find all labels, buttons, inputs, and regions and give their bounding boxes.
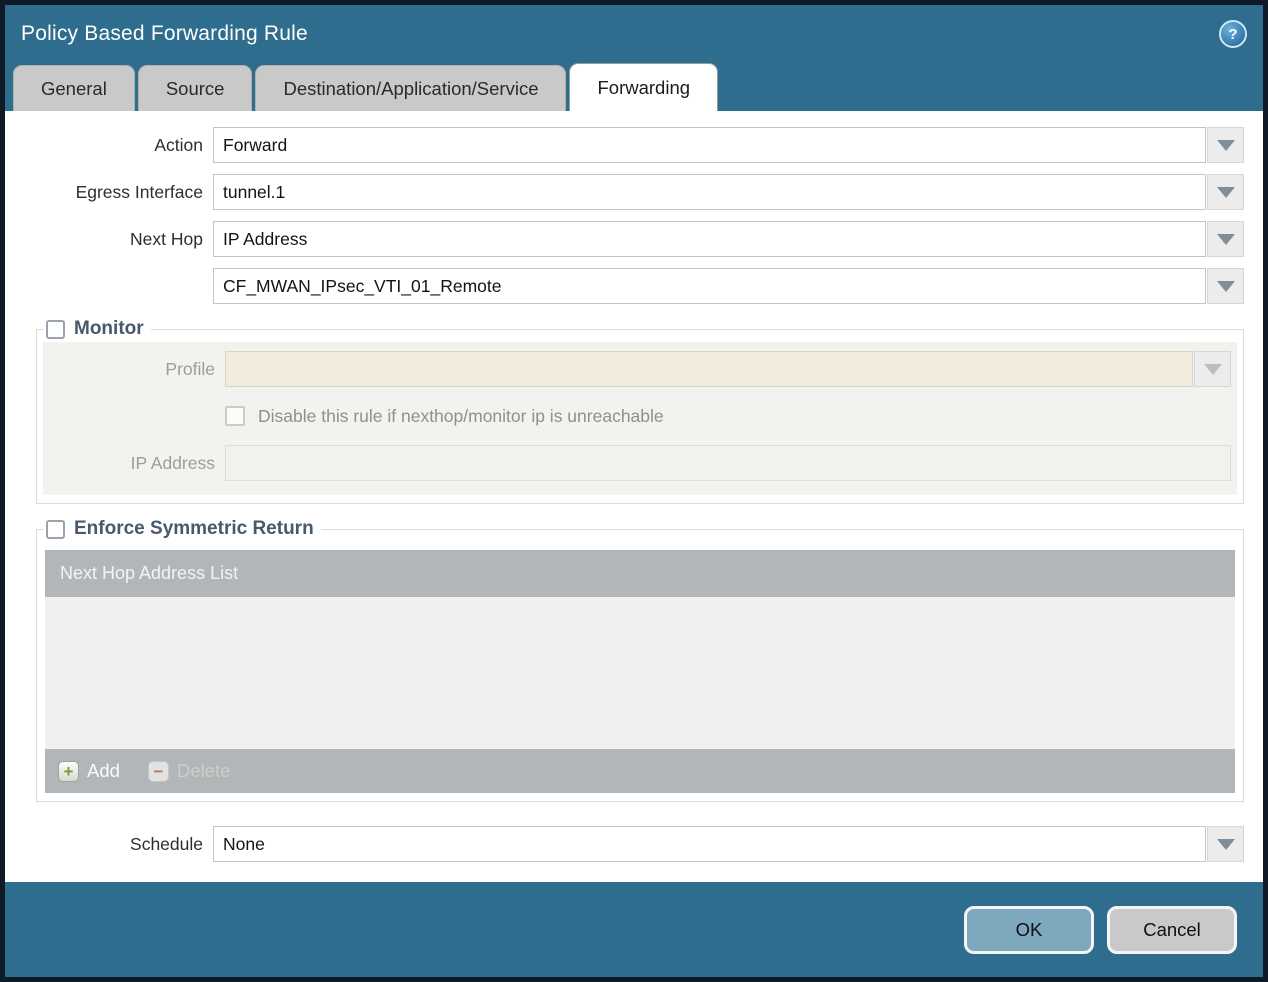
tab-general[interactable]: General bbox=[13, 65, 135, 111]
profile-label: Profile bbox=[165, 358, 215, 379]
next-hop-address-list-header: Next Hop Address List bbox=[45, 550, 1235, 597]
monitor-ip-address-input bbox=[225, 445, 1231, 481]
chevron-down-icon bbox=[1216, 139, 1235, 151]
egress-interface-label: Egress Interface bbox=[75, 181, 203, 202]
next-hop-address-dropdown-button[interactable] bbox=[1207, 268, 1244, 304]
next-hop-address-list-body[interactable] bbox=[45, 597, 1235, 749]
next-hop-combo bbox=[213, 221, 1244, 257]
chevron-down-icon bbox=[1216, 280, 1235, 292]
next-hop-address-list-toolbar: + Add − Delete bbox=[45, 749, 1235, 793]
profile-row: Profile bbox=[43, 351, 1231, 387]
policy-based-forwarding-rule-dialog: Policy Based Forwarding Rule ? General S… bbox=[0, 0, 1268, 982]
enforce-symmetric-return-checkbox[interactable] bbox=[46, 519, 65, 539]
profile-combo bbox=[225, 351, 1231, 387]
schedule-dropdown-button[interactable] bbox=[1207, 826, 1244, 862]
title-bar: Policy Based Forwarding Rule ? bbox=[5, 5, 1263, 63]
chevron-down-icon bbox=[1203, 363, 1222, 375]
next-hop-type-input[interactable] bbox=[213, 221, 1206, 257]
egress-interface-combo bbox=[213, 174, 1244, 210]
delete-button-label: Delete bbox=[176, 760, 231, 781]
monitor-section-title: Monitor bbox=[74, 318, 144, 339]
disable-rule-row: Disable this rule if nexthop/monitor ip … bbox=[43, 398, 1231, 434]
action-row: Action bbox=[5, 127, 1244, 163]
next-hop-address-input[interactable] bbox=[213, 268, 1206, 304]
add-button[interactable]: + Add bbox=[58, 760, 120, 782]
schedule-label: Schedule bbox=[130, 833, 203, 854]
tab-label: Destination/Application/Service bbox=[283, 77, 539, 99]
schedule-row: Schedule bbox=[5, 826, 1244, 862]
next-hop-label: Next Hop bbox=[130, 228, 203, 249]
enforce-symmetric-return-section: Enforce Symmetric Return Next Hop Addres… bbox=[36, 518, 1244, 802]
add-button-label: Add bbox=[87, 760, 120, 781]
monitor-body: Profile Disable this rule if nexthop/mon… bbox=[43, 342, 1237, 495]
enforce-symmetric-return-title: Enforce Symmetric Return bbox=[74, 518, 314, 539]
next-hop-row: Next Hop bbox=[5, 221, 1244, 257]
help-glyph: ? bbox=[1228, 25, 1238, 43]
egress-interface-dropdown-button[interactable] bbox=[1207, 174, 1244, 210]
monitor-checkbox[interactable] bbox=[46, 319, 65, 339]
monitor-legend: Monitor bbox=[44, 318, 151, 340]
schedule-input[interactable] bbox=[213, 826, 1206, 862]
action-combo bbox=[213, 127, 1244, 163]
action-dropdown-button[interactable] bbox=[1207, 127, 1244, 163]
schedule-combo bbox=[213, 826, 1244, 862]
tab-source[interactable]: Source bbox=[137, 65, 253, 111]
next-hop-address-row bbox=[5, 268, 1244, 304]
next-hop-address-list-table: Next Hop Address List + Add − Delete bbox=[45, 550, 1235, 793]
chevron-down-icon bbox=[1216, 838, 1235, 850]
help-icon[interactable]: ? bbox=[1219, 20, 1247, 48]
ok-button[interactable]: OK bbox=[964, 905, 1094, 954]
egress-interface-row: Egress Interface bbox=[5, 174, 1244, 210]
monitor-ip-address-row: IP Address bbox=[43, 445, 1231, 481]
next-hop-dropdown-button[interactable] bbox=[1207, 221, 1244, 257]
disable-rule-checkbox bbox=[225, 406, 245, 426]
tab-bar: General Source Destination/Application/S… bbox=[5, 63, 1263, 111]
dialog-footer: OK Cancel bbox=[5, 882, 1263, 977]
minus-icon: − bbox=[147, 760, 169, 782]
dialog-title: Policy Based Forwarding Rule bbox=[21, 22, 308, 45]
cancel-button[interactable]: Cancel bbox=[1107, 905, 1237, 954]
delete-button: − Delete bbox=[147, 760, 231, 782]
chevron-down-icon bbox=[1216, 186, 1235, 198]
action-input[interactable] bbox=[213, 127, 1206, 163]
plus-icon: + bbox=[58, 760, 79, 782]
next-hop-address-combo bbox=[213, 268, 1244, 304]
action-label: Action bbox=[154, 134, 203, 155]
enforce-symmetric-return-legend: Enforce Symmetric Return bbox=[44, 518, 321, 540]
tab-label: Forwarding bbox=[597, 76, 691, 98]
tab-label: General bbox=[41, 77, 107, 99]
monitor-section: Monitor Profile Disable this rule if nex… bbox=[36, 318, 1244, 504]
tab-forwarding[interactable]: Forwarding bbox=[569, 63, 719, 111]
forwarding-tab-panel: Action Egress Interface Next Hop bbox=[5, 111, 1263, 882]
profile-input bbox=[225, 351, 1193, 387]
monitor-ip-address-combo bbox=[225, 445, 1231, 481]
tab-destination-application-service[interactable]: Destination/Application/Service bbox=[255, 65, 567, 111]
tab-label: Source bbox=[165, 77, 225, 99]
disable-rule-checkbox-label: Disable this rule if nexthop/monitor ip … bbox=[258, 405, 664, 426]
profile-dropdown-button bbox=[1194, 351, 1231, 387]
monitor-ip-address-label: IP Address bbox=[130, 452, 215, 473]
egress-interface-input[interactable] bbox=[213, 174, 1206, 210]
chevron-down-icon bbox=[1216, 233, 1235, 245]
